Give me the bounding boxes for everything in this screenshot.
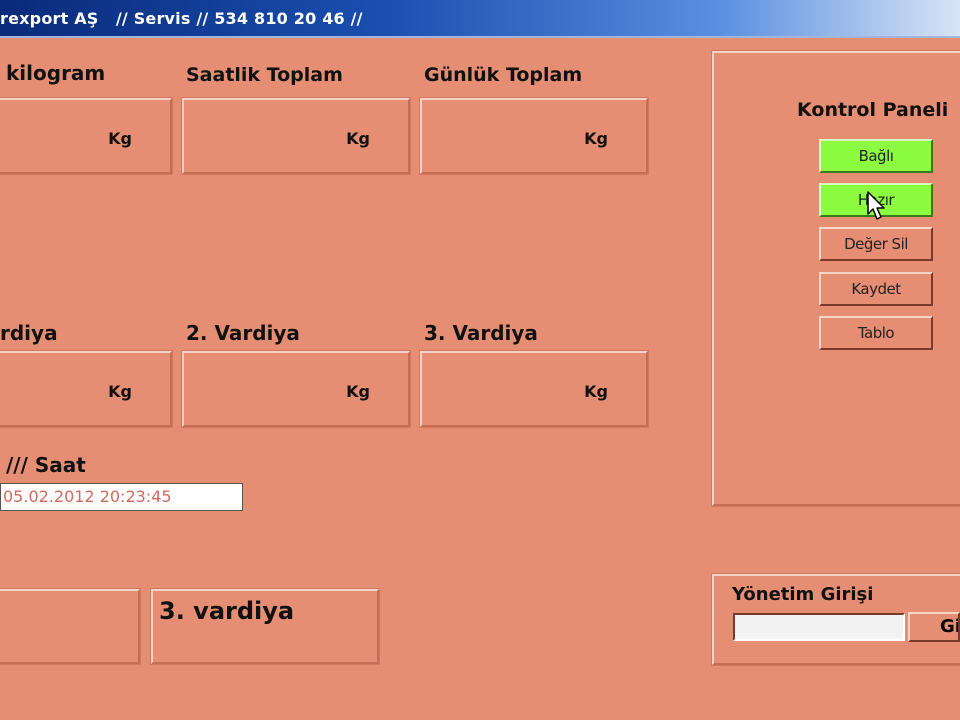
save-button[interactable]: Kaydet — [819, 272, 933, 306]
shift-2-display: Kg — [181, 350, 411, 428]
window-title: rexport AŞ // Servis // 534 810 20 46 // — [0, 9, 363, 28]
shift-1-label: rdiya — [0, 321, 58, 345]
clear-value-button[interactable]: Değer Sil — [819, 227, 933, 261]
shift-1-unit: Kg — [108, 382, 132, 401]
mouse-cursor-icon — [867, 191, 885, 220]
current-shift-text: 3. vardiya — [159, 597, 295, 625]
shift-2-label: 2. Vardiya — [186, 321, 300, 345]
kilogram-unit: Kg — [108, 129, 132, 148]
management-title: Yönetim Girişi — [732, 584, 874, 605]
daily-total-label: Günlük Toplam — [424, 64, 583, 86]
table-button[interactable]: Tablo — [819, 316, 933, 350]
kilogram-label: kilogram — [6, 61, 106, 85]
shift-1-display: Kg — [0, 350, 173, 428]
datetime-field: 05.02.2012 20:23:45 — [0, 483, 243, 511]
clock-label: /// Saat — [6, 453, 86, 477]
login-button[interactable]: Giriş — [908, 612, 960, 642]
current-shift-box: 3. vardiya — [150, 588, 380, 665]
hourly-total-display: Kg — [181, 97, 411, 175]
connected-button[interactable]: Bağlı — [819, 139, 933, 173]
shift-3-label: 3. Vardiya — [424, 321, 538, 345]
title-bar: rexport AŞ // Servis // 534 810 20 46 // — [0, 0, 960, 38]
daily-total-display: Kg — [419, 97, 649, 175]
control-panel-title: Kontrol Paneli — [797, 99, 949, 121]
shift-2-unit: Kg — [346, 382, 370, 401]
kilogram-display: Kg — [0, 97, 173, 175]
management-password-input[interactable] — [733, 613, 905, 641]
bottom-box-left — [0, 588, 141, 665]
daily-total-unit: Kg — [584, 129, 608, 148]
hourly-total-label: Saatlik Toplam — [186, 64, 343, 86]
shift-3-unit: Kg — [584, 382, 608, 401]
shift-3-display: Kg — [419, 350, 649, 428]
hourly-total-unit: Kg — [346, 129, 370, 148]
